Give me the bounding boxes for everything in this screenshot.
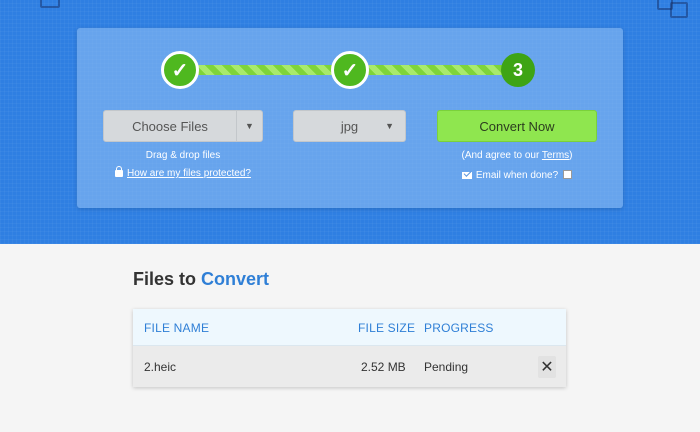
envelope-icon (461, 172, 472, 179)
files-section-title: Files to Convert (133, 269, 270, 289)
chevron-down-icon: ▼ (385, 121, 394, 131)
file-name: 2.heic (144, 360, 177, 374)
choose-files-label[interactable]: Choose Files (104, 111, 236, 141)
drag-drop-text: Drag & drop files (145, 150, 221, 161)
step-2-complete: ✓ (331, 51, 369, 89)
converter-panel: ✓ ✓ 3 Choose Files ▼ jpg ▼ Convert Now D… (77, 28, 623, 208)
convert-label: Convert Now (479, 118, 555, 134)
choose-files-button[interactable]: Choose Files ▼ (103, 110, 263, 142)
decorative-outline (40, 0, 60, 8)
step-1-complete: ✓ (161, 51, 199, 89)
protected-row: How are my files protected? (103, 166, 263, 179)
column-header-name: FILE NAME (144, 321, 210, 335)
checkmark-icon: ✓ (341, 59, 359, 82)
file-size: 2.52 MB (361, 360, 406, 374)
column-header-progress: PROGRESS (424, 321, 494, 335)
format-value: jpg (340, 118, 359, 134)
table-row: 2.heic 2.52 MB Pending ✕ (133, 346, 566, 387)
checkmark-icon: ✓ (171, 59, 189, 82)
column-header-size: FILE SIZE (358, 321, 416, 335)
chevron-down-icon[interactable]: ▼ (236, 111, 262, 141)
email-checkbox[interactable] (563, 170, 573, 179)
close-icon[interactable]: ✕ (538, 356, 556, 378)
step-3-current: 3 (501, 53, 535, 87)
format-select[interactable]: jpg ▼ (293, 110, 406, 142)
terms-link[interactable]: Terms (542, 150, 569, 161)
terms-text: (And agree to our Terms) (461, 150, 573, 161)
files-table: FILE NAME FILE SIZE PROGRESS 2.heic 2.52… (133, 309, 566, 387)
decorative-outline (670, 2, 688, 18)
file-status: Pending (424, 360, 469, 374)
step-number: 3 (512, 59, 523, 80)
hero-banner: ✓ ✓ 3 Choose Files ▼ jpg ▼ Convert Now D… (0, 0, 700, 244)
table-header: FILE NAME FILE SIZE PROGRESS (133, 309, 566, 346)
protected-link[interactable]: How are my files protected? (127, 168, 251, 179)
email-row: Email when done? (437, 170, 597, 181)
lock-icon (115, 166, 124, 177)
email-label: Email when done? (475, 170, 559, 181)
convert-now-button[interactable]: Convert Now (437, 110, 597, 142)
